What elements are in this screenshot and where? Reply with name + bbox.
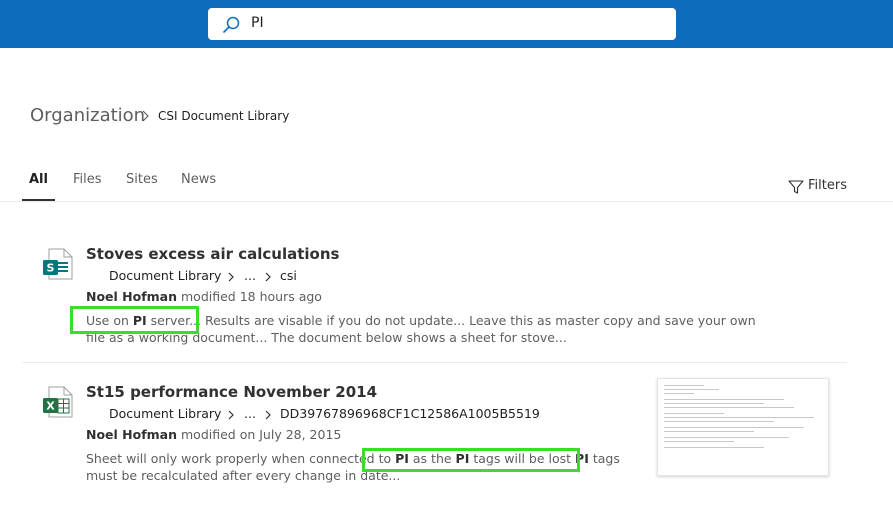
tab-news[interactable]: News bbox=[181, 172, 216, 187]
filter-icon bbox=[788, 180, 804, 194]
path-segment[interactable]: DD39767896968CF1C12586A1005B5519 bbox=[280, 406, 540, 421]
tabs-divider bbox=[0, 201, 893, 202]
document-thumbnail[interactable] bbox=[657, 378, 829, 476]
result-title[interactable]: Stoves excess air calculations bbox=[86, 245, 339, 263]
search-result: S Stoves excess air calculations Documen… bbox=[0, 240, 893, 358]
modified-time: modified on July 28, 2015 bbox=[181, 427, 342, 442]
search-result: X St15 performance November 2014 Documen… bbox=[0, 378, 893, 488]
tab-sites[interactable]: Sites bbox=[126, 172, 158, 187]
excel-file-icon: X bbox=[43, 386, 73, 418]
tab-files[interactable]: Files bbox=[73, 172, 102, 187]
search-input[interactable]: PI bbox=[251, 15, 264, 31]
chevron-right-icon bbox=[142, 110, 149, 122]
chevron-right-icon bbox=[265, 410, 271, 420]
path-segment[interactable]: Document Library bbox=[109, 406, 221, 421]
svg-text:X: X bbox=[46, 400, 55, 413]
modified-time: modified 18 hours ago bbox=[181, 289, 322, 304]
chevron-right-icon bbox=[265, 272, 271, 282]
search-icon bbox=[223, 16, 240, 33]
top-bar: PI bbox=[0, 0, 893, 48]
path-segment[interactable]: ... bbox=[244, 406, 256, 421]
author-name[interactable]: Noel Hofman bbox=[86, 427, 177, 442]
highlight-box bbox=[70, 306, 199, 334]
chevron-right-icon bbox=[228, 410, 234, 420]
result-title[interactable]: St15 performance November 2014 bbox=[86, 383, 377, 401]
result-author: Noel Hofman modified 18 hours ago bbox=[86, 289, 322, 304]
search-box[interactable]: PI bbox=[208, 8, 676, 40]
highlight-box bbox=[362, 448, 580, 472]
breadcrumb-organization[interactable]: Organization bbox=[30, 105, 145, 126]
filters-label: Filters bbox=[808, 178, 847, 193]
tab-all[interactable]: All bbox=[29, 172, 48, 187]
author-name[interactable]: Noel Hofman bbox=[86, 289, 177, 304]
chevron-right-icon bbox=[228, 272, 234, 282]
svg-text:S: S bbox=[47, 262, 55, 275]
breadcrumb-library[interactable]: CSI Document Library bbox=[158, 109, 289, 123]
path-segment[interactable]: Document Library bbox=[109, 268, 221, 283]
sway-file-icon: S bbox=[43, 248, 73, 280]
result-divider bbox=[22, 362, 847, 363]
result-author: Noel Hofman modified on July 28, 2015 bbox=[86, 427, 341, 442]
path-segment[interactable]: ... bbox=[244, 268, 256, 283]
path-segment[interactable]: csi bbox=[280, 268, 297, 283]
